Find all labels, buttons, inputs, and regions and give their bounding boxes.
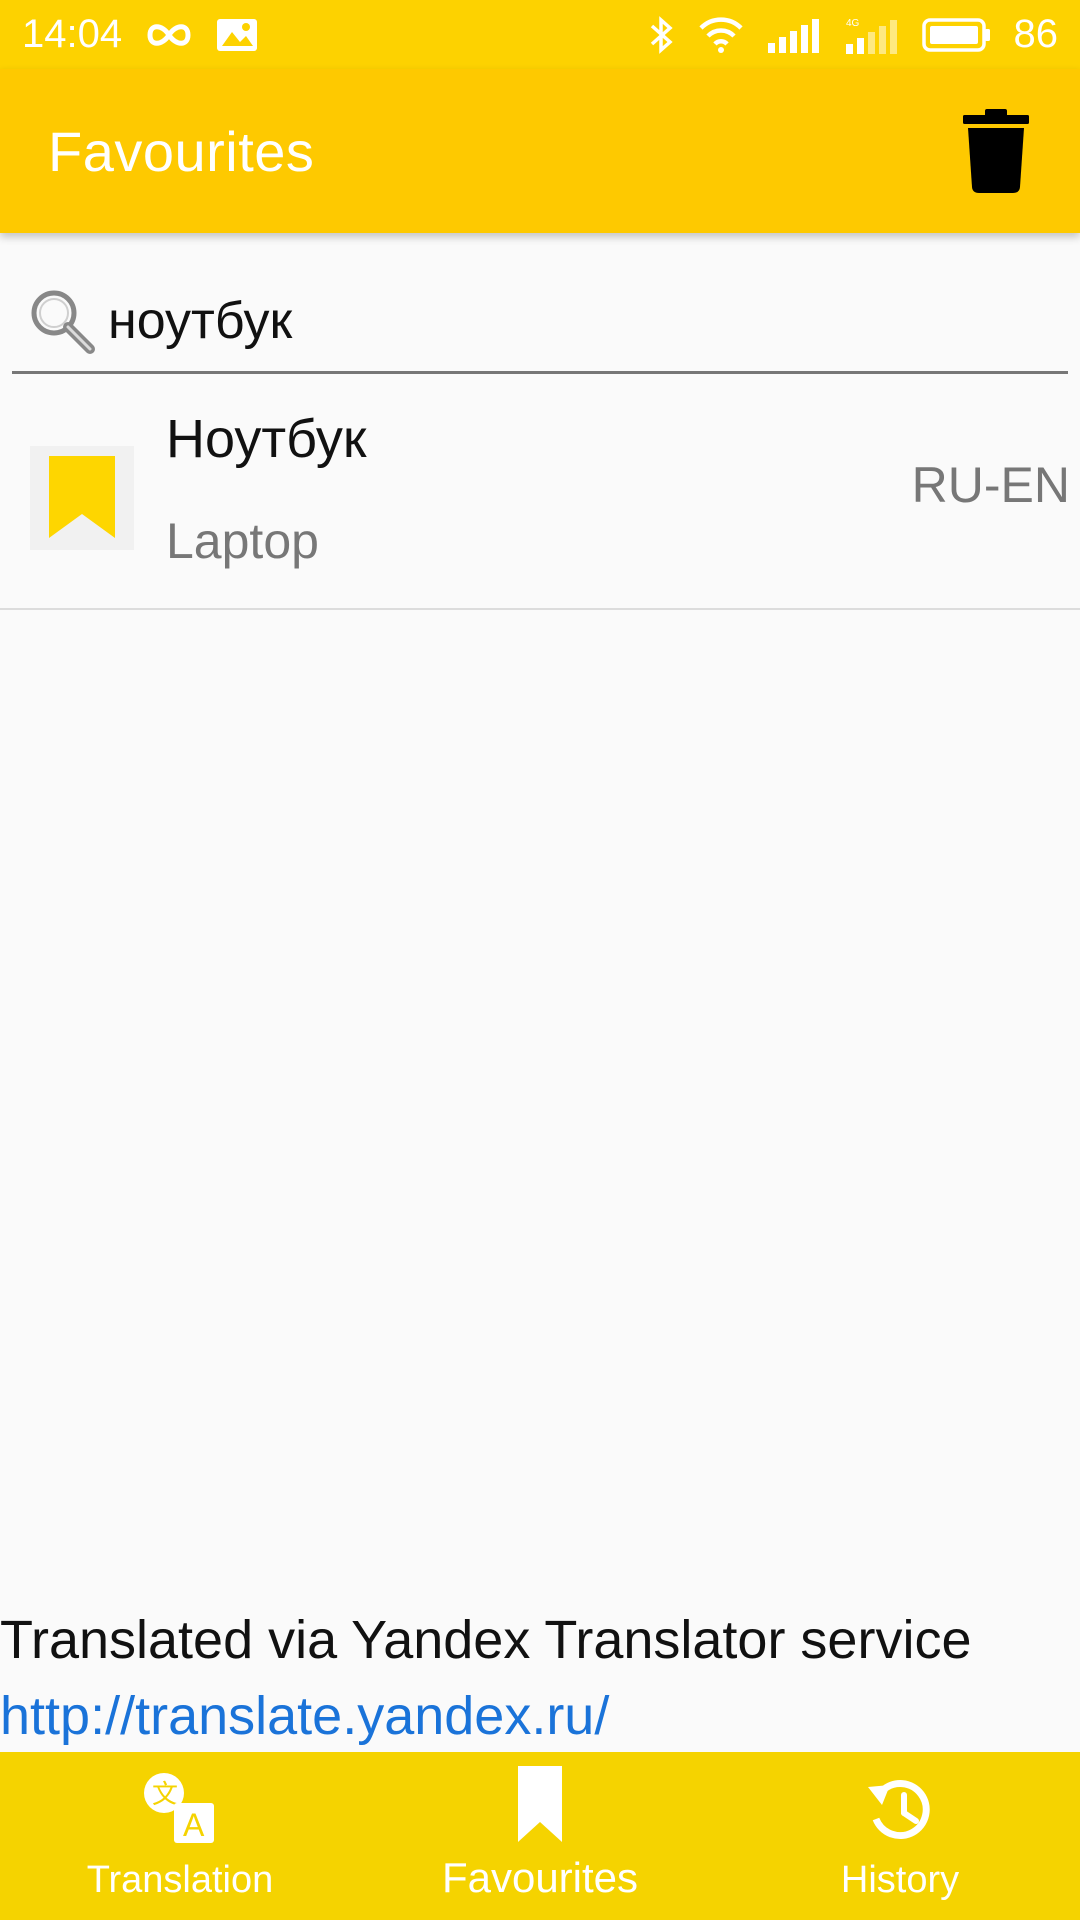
signal-4g-icon: 4G [844, 16, 900, 54]
page-title: Favourites [48, 119, 315, 183]
bluetooth-icon [646, 15, 676, 55]
signal-icon [766, 17, 822, 53]
nav-history[interactable]: History [720, 1752, 1080, 1920]
wifi-icon [698, 16, 744, 54]
infinity-icon [144, 20, 194, 50]
trash-icon [963, 109, 1029, 193]
nav-favourites-label: Favourites [441, 1854, 639, 1901]
favourite-translation: Laptop [166, 513, 319, 569]
nav-translation[interactable]: 文 A Translation [0, 1752, 360, 1920]
bookmark-toggle[interactable] [30, 446, 134, 550]
favourite-word: Ноутбук [166, 409, 367, 469]
status-time: 14:04 [22, 12, 123, 56]
status-bar: 14:04 4G 86 [0, 0, 1080, 69]
search-icon [31, 290, 95, 354]
status-right: 4G 86 [646, 12, 1059, 57]
attribution: Translated via Yandex Translator service… [0, 1602, 1080, 1754]
svg-text:A: A [183, 1807, 205, 1843]
bookmark-icon [49, 456, 115, 538]
favourite-language-pair: RU-EN [911, 457, 1070, 513]
bookmark-icon [518, 1766, 562, 1842]
history-icon [868, 1780, 930, 1839]
svg-text:4G: 4G [846, 18, 860, 29]
app-root: 14:04 4G 86 Favourites ноутбук Ноутбук L… [0, 0, 1080, 1920]
app-bar: Favourites [0, 69, 1080, 233]
battery-level: 86 [1013, 12, 1059, 56]
translate-icon: 文 A [144, 1773, 214, 1843]
search-bar [12, 270, 1068, 374]
bottom-nav: 文 A Translation Favourites History [0, 1752, 1080, 1920]
battery-icon [921, 17, 992, 53]
delete-all-button[interactable] [946, 96, 1046, 206]
yandex-link[interactable]: http://translate.yandex.ru/ [0, 1678, 609, 1754]
nav-history-label: History [840, 1859, 960, 1901]
status-left: 14:04 [22, 12, 258, 57]
nav-translation-label: Translation [86, 1859, 274, 1901]
attribution-text: Translated via Yandex Translator service [0, 1610, 972, 1670]
search-input[interactable] [108, 280, 1008, 361]
image-notification-icon [216, 18, 258, 52]
nav-favourites[interactable]: Favourites [360, 1752, 720, 1920]
favourite-item[interactable]: Ноутбук Laptop RU-EN [0, 378, 1080, 610]
